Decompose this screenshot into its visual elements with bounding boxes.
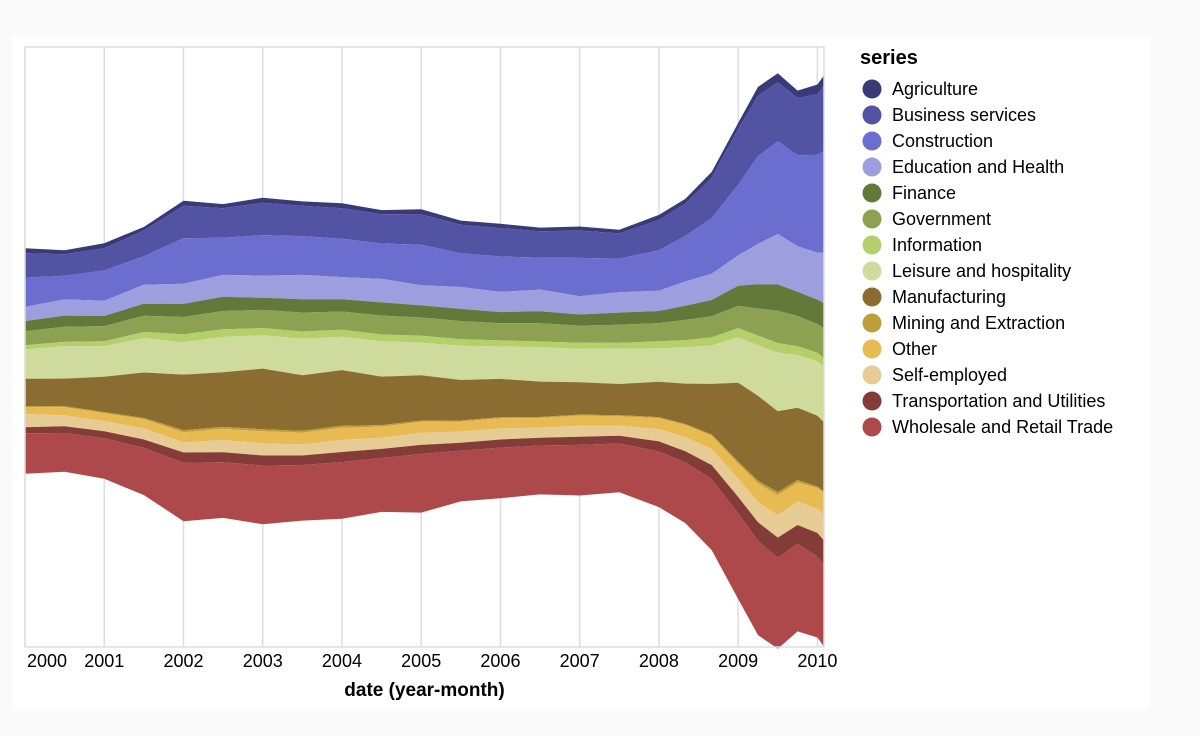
x-tick-label: 2001 — [84, 651, 124, 671]
legend-item[interactable]: Education and Health — [862, 157, 1065, 177]
legend-label: Self-employed — [892, 365, 1007, 385]
legend-title: series — [860, 47, 918, 69]
legend-label: Finance — [892, 183, 956, 203]
x-tick-label: 2005 — [401, 651, 441, 671]
x-tick-label: 2002 — [163, 651, 203, 671]
legend-swatch — [862, 417, 882, 437]
x-tick-label: 2008 — [639, 651, 679, 671]
legend-label: Other — [892, 339, 937, 359]
legend-item[interactable]: Construction — [862, 131, 994, 151]
streamgraph-chart: 2000 2001 2002 2003 2004 2005 2006 2007 2008 2009… — [24, 46, 1113, 701]
legend: series Agriculture Business services Const… — [860, 47, 1113, 437]
legend-item[interactable]: Manufacturing — [862, 287, 1007, 307]
legend-label: Wholesale and Retail Trade — [892, 417, 1113, 437]
legend-label: Leisure and hospitality — [892, 261, 1071, 281]
x-tick-label: 2010 — [797, 651, 837, 671]
legend-label: Government — [892, 209, 991, 229]
x-axis-title: date (year-month) — [344, 680, 504, 701]
legend-swatch — [862, 79, 882, 99]
legend-swatch — [862, 235, 882, 255]
x-tick-label: 2004 — [322, 651, 362, 671]
legend-swatch — [862, 261, 882, 281]
x-tick-label: 2009 — [718, 651, 758, 671]
x-axis-ticks: 2000 2001 2002 2003 2004 2005 2006 2007 2008 2009… — [27, 651, 837, 671]
legend-item[interactable]: Mining and Extraction — [862, 313, 1066, 333]
legend-swatch — [862, 131, 882, 151]
stream-areas — [25, 73, 824, 649]
legend-label: Education and Health — [892, 157, 1064, 177]
x-tick-label: 2007 — [560, 651, 600, 671]
legend-label: Construction — [892, 131, 993, 151]
legend-swatch — [862, 183, 882, 203]
legend-swatch — [862, 105, 882, 125]
legend-item[interactable]: Information — [862, 235, 983, 255]
legend-item[interactable]: Agriculture — [862, 79, 979, 99]
x-tick-label: 2003 — [243, 651, 283, 671]
legend-item[interactable]: Wholesale and Retail Trade — [862, 417, 1114, 437]
x-tick-label: 2000 — [27, 651, 67, 671]
legend-label: Business services — [892, 105, 1036, 125]
legend-swatch — [862, 157, 882, 177]
legend-label: Manufacturing — [892, 287, 1006, 307]
legend-swatch — [862, 209, 882, 229]
legend-item[interactable]: Other — [862, 339, 938, 359]
legend-item[interactable]: Leisure and hospitality — [862, 261, 1072, 281]
legend-swatch — [862, 339, 882, 359]
legend-label: Transportation and Utilities — [892, 391, 1105, 411]
x-tick-label: 2006 — [480, 651, 520, 671]
legend-swatch — [862, 365, 882, 385]
legend-swatch — [862, 287, 882, 307]
legend-item[interactable]: Self-employed — [862, 365, 1008, 385]
legend-swatch — [862, 313, 882, 333]
legend-label: Mining and Extraction — [892, 313, 1065, 333]
legend-label: Information — [892, 235, 982, 255]
legend-item[interactable]: Government — [862, 209, 992, 229]
legend-label: Agriculture — [892, 79, 978, 99]
legend-swatch — [862, 391, 882, 411]
legend-item[interactable]: Finance — [862, 183, 957, 203]
legend-item[interactable]: Transportation and Utilities — [862, 391, 1106, 411]
legend-item[interactable]: Business services — [862, 105, 1037, 125]
